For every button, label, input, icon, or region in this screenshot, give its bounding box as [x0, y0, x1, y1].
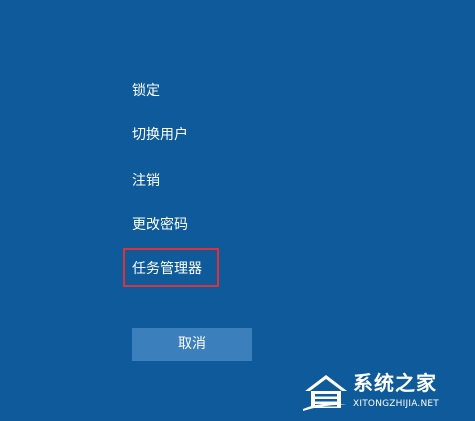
lock-option[interactable]: 锁定	[132, 81, 160, 101]
cancel-button[interactable]: 取消	[132, 328, 252, 361]
house-logo-icon	[303, 375, 347, 411]
sign-out-option[interactable]: 注销	[132, 171, 160, 191]
watermark-url: XITONGZHIJIA.NET	[353, 399, 439, 409]
watermark-title: 系统之家	[353, 371, 437, 395]
ctrl-alt-del-screen: 锁定 切换用户 注销 更改密码 任务管理器 取消 系统之家 XITONGZHIJ…	[0, 0, 475, 421]
task-manager-highlight-box	[123, 248, 219, 287]
switch-user-option[interactable]: 切换用户	[132, 125, 188, 145]
watermark: 系统之家 XITONGZHIJIA.NET	[301, 369, 469, 415]
change-password-option[interactable]: 更改密码	[132, 215, 188, 235]
